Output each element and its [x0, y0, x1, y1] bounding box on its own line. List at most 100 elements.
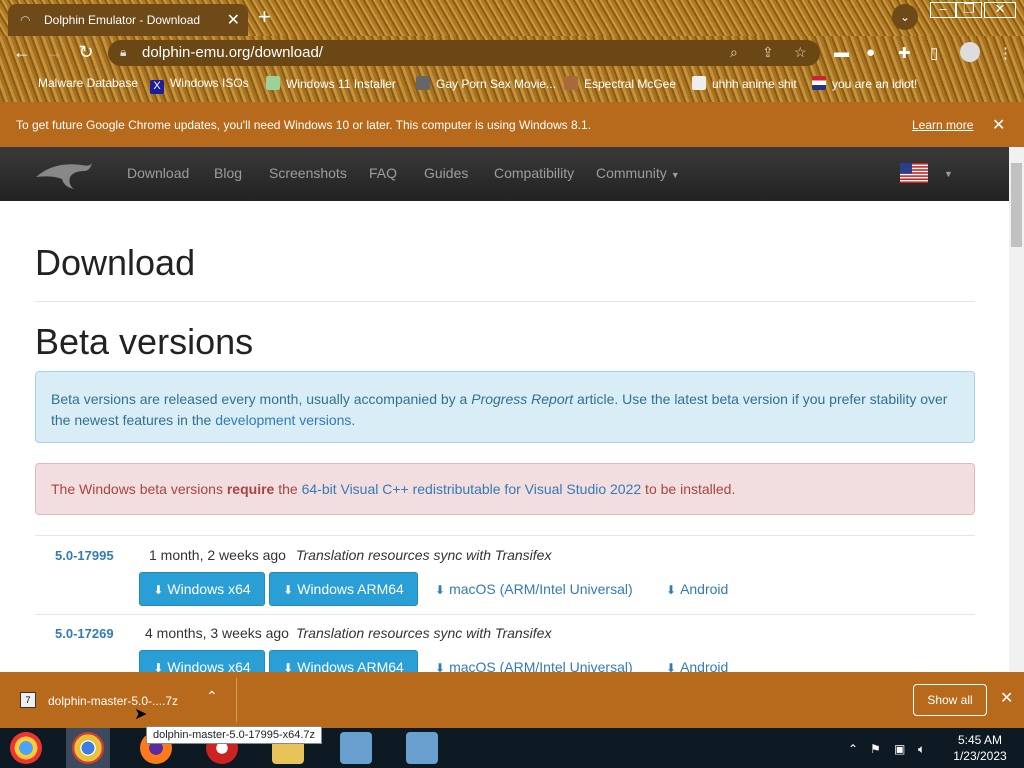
reload-button[interactable]: ↻ — [74, 42, 98, 63]
minimize-button[interactable]: – — [930, 2, 956, 18]
tab-dolphin[interactable]: ◠ Dolphin Emulator - Download ✕ — [8, 4, 248, 36]
nav-community[interactable]: Community ▼ — [596, 165, 680, 181]
profile-icon[interactable] — [960, 42, 980, 62]
download-icon: ⬇ — [153, 661, 164, 672]
macos-download-link[interactable]: ⬇ macOS (ARM/Intel Universal) — [435, 659, 633, 672]
download-icon: ⬇ — [435, 583, 446, 597]
start-button-icon[interactable] — [10, 732, 42, 764]
android-download-link[interactable]: ⬇ Android — [666, 659, 728, 672]
scrollbar-thumb[interactable] — [1011, 163, 1022, 247]
archive-file-icon: 7 — [20, 692, 36, 708]
lock-icon: 🔒︎ — [120, 45, 127, 59]
close-window-button[interactable]: ✕ — [984, 2, 1016, 18]
search-icon[interactable]: ⌕ — [730, 44, 738, 61]
nav-blog[interactable]: Blog — [214, 165, 242, 181]
version-age: 1 month, 2 weeks ago — [149, 547, 286, 563]
version-message: Translation resources sync with Transife… — [296, 625, 552, 641]
vcredist-link[interactable]: 64-bit Visual C++ redistributable for Vi… — [302, 481, 642, 497]
extensions-puzzle-icon[interactable]: ✚ — [898, 44, 911, 62]
bookmark-item[interactable]: Espectral McGee — [564, 76, 676, 92]
clock[interactable]: 5:45 AM 1/23/2023 — [944, 732, 1016, 764]
tab-title: Dolphin Emulator - Download — [44, 13, 201, 27]
divider — [35, 614, 975, 615]
address-bar[interactable]: 🔒︎ dolphin-emu.org/download/ ⌕ ⇪ ☆ — [108, 40, 820, 66]
show-all-button[interactable]: Show all — [913, 684, 987, 716]
android-download-link[interactable]: ⬇ Android — [666, 581, 728, 597]
dolphin-logo-icon[interactable] — [34, 157, 94, 191]
version-link[interactable]: 5.0-17269 — [55, 626, 114, 641]
close-tab-icon[interactable]: ✕ — [227, 10, 240, 30]
bookmark-item[interactable]: Malware Database — [38, 76, 138, 92]
chevron-up-icon[interactable]: ⌃ — [206, 688, 218, 705]
installer-icon[interactable] — [406, 732, 438, 764]
volume-icon[interactable]: 🔈︎ — [918, 742, 925, 757]
bookmark-item[interactable]: Windows 11 Installer — [266, 76, 396, 92]
download-icon: ⬇ — [153, 583, 164, 597]
us-flag-icon[interactable] — [900, 163, 928, 183]
chrome-icon — [72, 732, 104, 764]
windows-arm64-button[interactable]: ⬇ Windows ARM64 — [269, 572, 418, 606]
nav-download[interactable]: Download — [127, 165, 189, 181]
back-button[interactable]: ← — [10, 42, 34, 63]
tray-chevron-icon[interactable]: ⌃ — [848, 742, 858, 756]
bookmark-item[interactable]: X Windows ISOs — [150, 76, 249, 94]
menu-kebab-icon[interactable]: ⋮ — [998, 44, 1013, 62]
mouse-cursor-icon: ➤ — [134, 706, 148, 723]
nav-compatibility[interactable]: Compatibility — [494, 165, 574, 181]
learn-more-link[interactable]: Learn more — [912, 118, 973, 132]
divider — [35, 301, 975, 302]
divider — [35, 535, 975, 536]
close-shelf-icon[interactable]: ✕ — [1000, 688, 1013, 708]
download-tooltip: dolphin-master-5.0-17995-x64.7z — [146, 726, 323, 744]
extension-avatar-icon[interactable]: ● — [866, 44, 875, 61]
page-scrollbar[interactable] — [1009, 147, 1024, 672]
bookmark-star-icon[interactable]: ☆ — [794, 44, 807, 61]
bookmark-item[interactable]: Gay Porn Sex Movie... — [416, 76, 556, 92]
caret-down-icon: ▼ — [670, 170, 680, 180]
macos-download-link[interactable]: ⬇ macOS (ARM/Intel Universal) — [435, 581, 633, 597]
page-title: Download — [35, 242, 196, 283]
extension-flag-icon[interactable]: ▬ — [834, 44, 849, 61]
windows-x64-button[interactable]: ⬇ Windows x64 — [139, 572, 265, 606]
share-icon[interactable]: ⇪ — [762, 44, 774, 61]
flag-tray-icon[interactable]: ⚑ — [870, 742, 881, 756]
windows-arm64-button[interactable]: ⬇ Windows ARM64 — [269, 650, 418, 672]
url-text: dolphin-emu.org/download/ — [142, 44, 323, 61]
version-link[interactable]: 5.0-17995 — [55, 548, 114, 563]
flag-icon — [812, 76, 826, 90]
close-infobar-icon[interactable]: ✕ — [992, 115, 1005, 135]
version-message: Translation resources sync with Transife… — [296, 547, 552, 563]
forward-button[interactable]: → — [42, 42, 66, 63]
installer-icon[interactable] — [340, 732, 372, 764]
character-icon — [564, 76, 578, 90]
download-icon: ⬇ — [283, 661, 294, 672]
download-icon: ⬇ — [666, 661, 677, 672]
web-page: Download Blog Screenshots FAQ Guides Com… — [0, 147, 1009, 672]
download-icon: ⬇ — [435, 661, 446, 672]
site-navbar: Download Blog Screenshots FAQ Guides Com… — [0, 147, 1009, 201]
tab-search-button[interactable]: ⌄ — [892, 4, 918, 30]
development-versions-link[interactable]: development versions — [215, 412, 351, 428]
bookmark-item[interactable]: you are an idiot! — [812, 76, 917, 92]
network-icon[interactable]: ▣ — [894, 742, 905, 756]
download-icon: ⬇ — [283, 583, 294, 597]
language-caret-icon[interactable]: ▼ — [944, 169, 953, 179]
maximize-button[interactable]: ❐ — [956, 2, 982, 18]
nav-guides[interactable]: Guides — [424, 165, 468, 181]
new-tab-button[interactable]: + — [258, 4, 271, 30]
section-title: Beta versions — [35, 321, 254, 362]
download-icon: ⬇ — [666, 583, 677, 597]
info-alert: Beta versions are released every month, … — [35, 371, 975, 443]
download-item[interactable]: dolphin-master-5.0-....7z — [48, 694, 178, 708]
windows-x64-button[interactable]: ⬇ Windows x64 — [139, 650, 265, 672]
bookmark-item[interactable]: uhhh anime shit — [692, 76, 797, 92]
nav-screenshots[interactable]: Screenshots — [269, 165, 347, 181]
divider — [236, 678, 237, 722]
x-icon: X — [150, 80, 164, 94]
site-icon — [416, 76, 430, 90]
infobar-message: To get future Google Chrome updates, you… — [16, 118, 592, 132]
side-panel-icon[interactable]: ▯ — [930, 44, 938, 62]
nav-faq[interactable]: FAQ — [369, 165, 397, 181]
update-infobar: To get future Google Chrome updates, you… — [0, 102, 1024, 147]
danger-alert: The Windows beta versions require the 64… — [35, 463, 975, 515]
